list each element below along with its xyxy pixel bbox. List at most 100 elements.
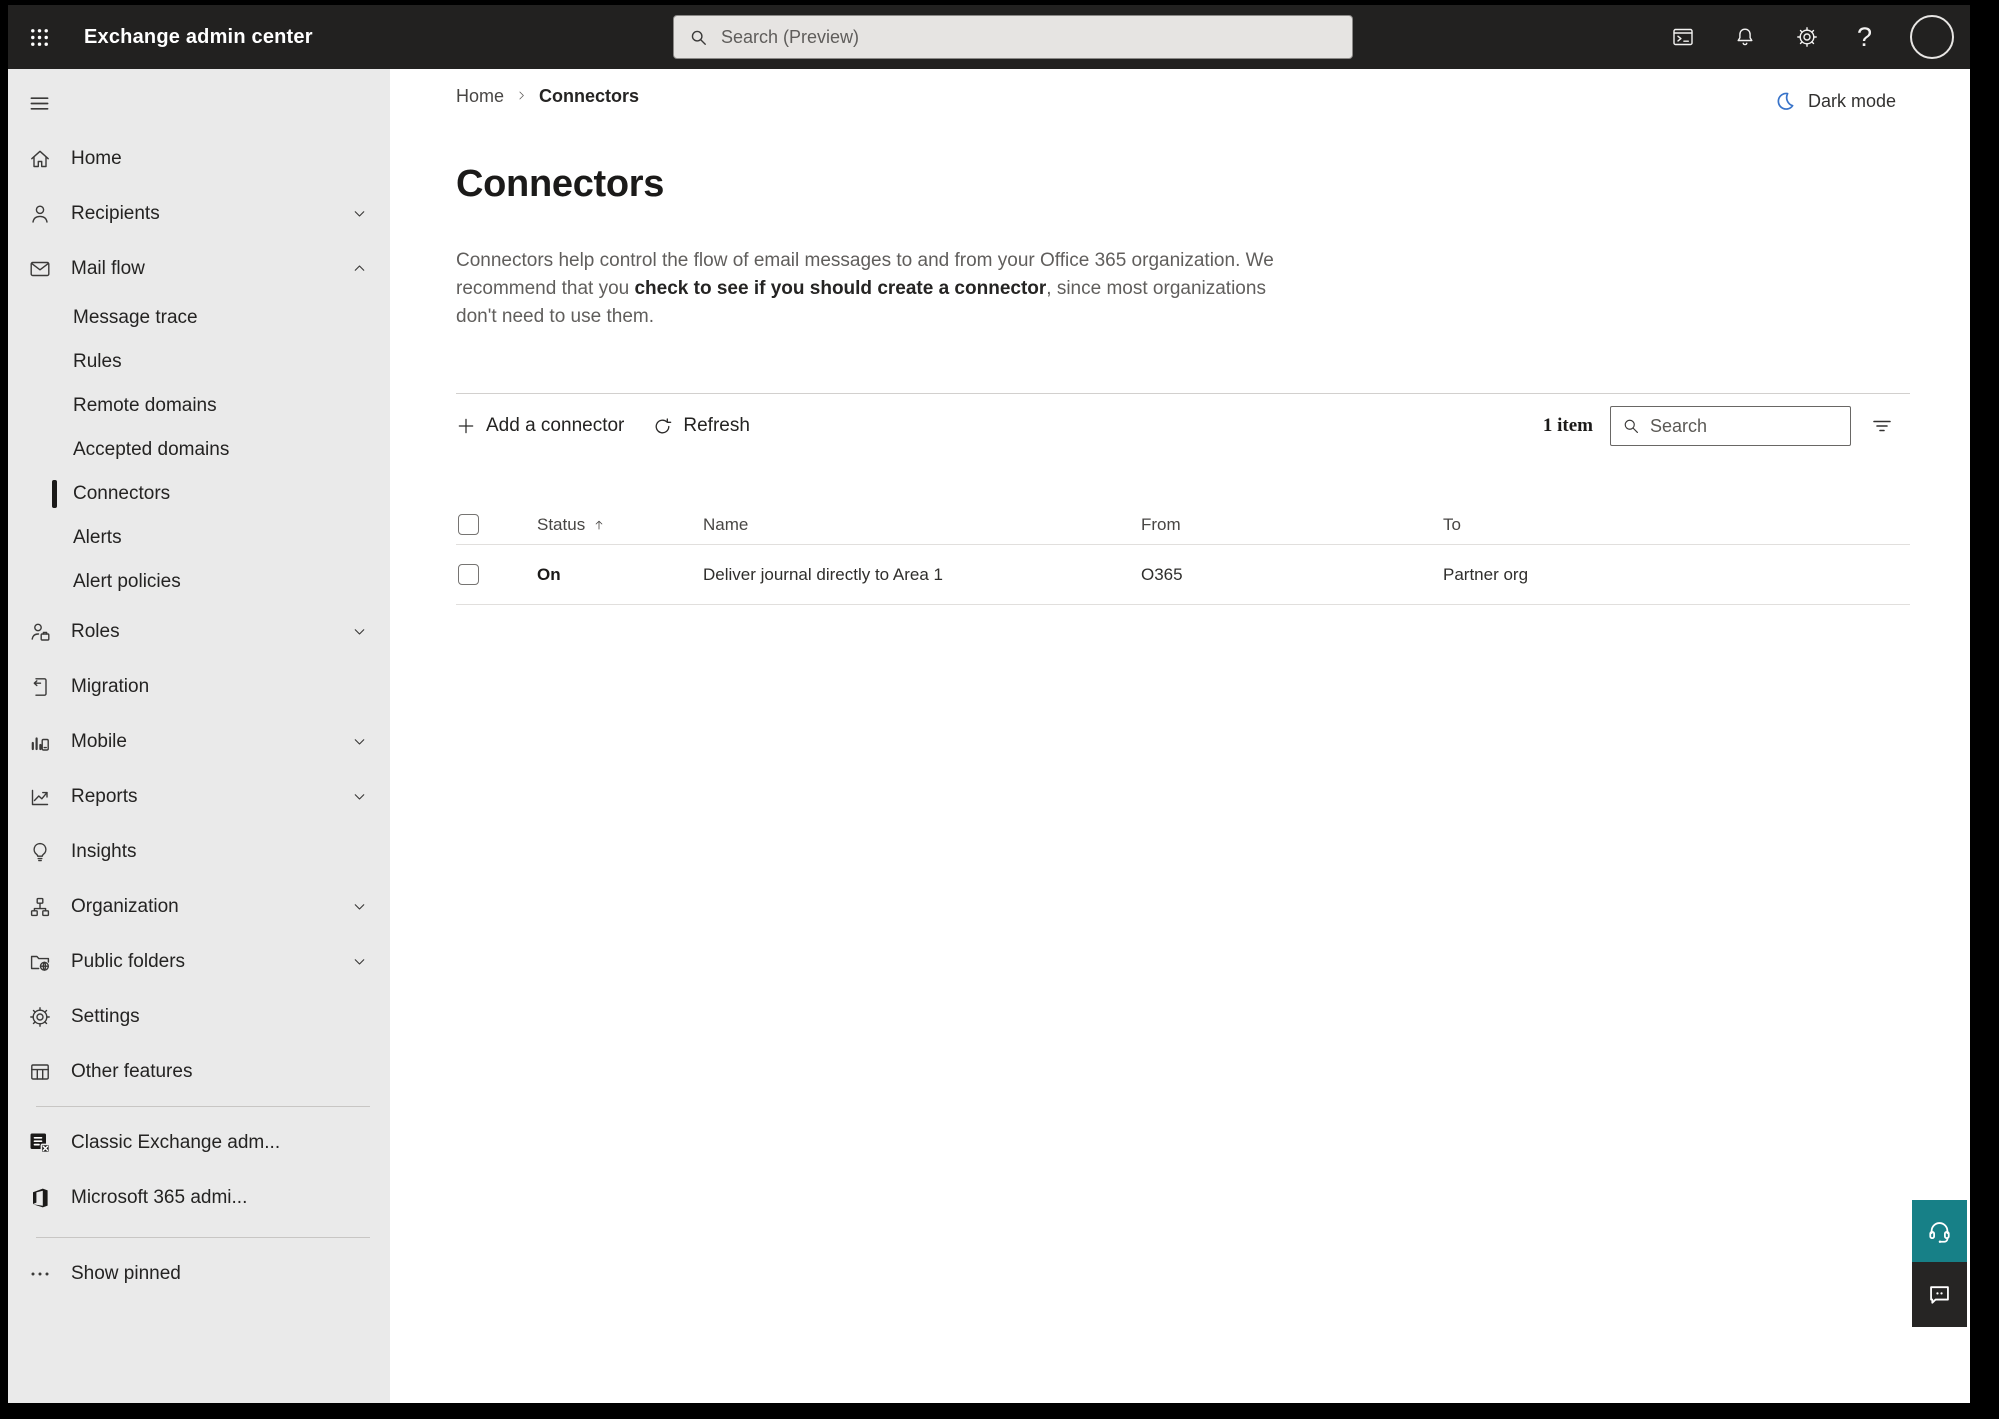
toolbar-right: 1 item — [1543, 406, 1910, 446]
sidebar-item-recipients[interactable]: Recipients — [8, 186, 390, 241]
sort-ascending-icon — [595, 520, 603, 529]
filter-button[interactable] — [1870, 414, 1894, 438]
table-header-row: Status Name From To — [456, 505, 1910, 545]
sidebar-item-remote-domains[interactable]: Remote domains — [8, 384, 390, 428]
refresh-button[interactable]: Refresh — [652, 415, 750, 437]
list-search-box[interactable] — [1610, 406, 1851, 446]
column-header-name[interactable]: Name — [703, 515, 1141, 535]
breadcrumb-home-link[interactable]: Home — [456, 86, 504, 107]
page-title: Connectors — [456, 163, 665, 205]
table-row[interactable]: On Deliver journal directly to Area 1 O3… — [456, 545, 1910, 605]
global-search-input[interactable] — [721, 26, 1338, 48]
mail-icon — [28, 257, 52, 281]
cell-name: Deliver journal directly to Area 1 — [703, 564, 944, 584]
notifications-button[interactable] — [1733, 25, 1757, 49]
sidebar-item-label: Other features — [71, 1060, 193, 1082]
sidebar-item-label: Microsoft 365 admi... — [71, 1186, 248, 1208]
sidebar-item-label: Recipients — [71, 202, 160, 224]
sidebar-item-label: Settings — [71, 1005, 140, 1027]
sidebar-item-label: Migration — [71, 675, 150, 697]
app-launcher-button[interactable] — [8, 5, 70, 69]
app-launcher-icon — [31, 28, 48, 46]
account-avatar[interactable] — [1910, 15, 1954, 59]
left-nav: Home Recipients Mail flow Message trace — [8, 69, 390, 1403]
nav-collapse-button[interactable] — [8, 83, 390, 123]
sidebar-item-label: Alerts — [73, 527, 122, 548]
chevron-down-icon — [351, 898, 368, 915]
support-button[interactable] — [1912, 1200, 1967, 1262]
chevron-up-icon — [351, 260, 368, 277]
gear-icon — [1797, 27, 1817, 47]
device-bars-icon — [28, 730, 52, 754]
person-icon — [28, 202, 52, 226]
add-connector-button[interactable]: Add a connector — [456, 415, 624, 437]
powershell-button[interactable] — [1671, 25, 1695, 49]
settings-button[interactable] — [1795, 25, 1819, 49]
sidebar-item-migration[interactable]: Migration — [8, 659, 390, 714]
main-content: Home Connectors Dark mode Connectors Con… — [390, 69, 1970, 1403]
sidebar-item-roles[interactable]: Roles — [8, 604, 390, 659]
sidebar-item-accepted-domains[interactable]: Accepted domains — [8, 428, 390, 472]
sidebar-item-message-trace[interactable]: Message trace — [8, 296, 390, 340]
exchange-admin-window: Exchange admin center Search (Preview) ?… — [8, 5, 1970, 1403]
chevron-right-icon — [515, 86, 528, 107]
plus-icon — [458, 418, 474, 434]
column-header-from[interactable]: From — [1141, 515, 1443, 535]
column-header-status[interactable]: Status — [537, 515, 703, 535]
chevron-down-icon — [351, 788, 368, 805]
add-connector-label: Add a connector — [486, 415, 625, 436]
sidebar-item-organization[interactable]: Organization — [8, 879, 390, 934]
sidebar-item-microsoft-365-admin[interactable]: Microsoft 365 admi... — [8, 1170, 390, 1225]
row-checkbox-cell — [456, 564, 537, 585]
sidebar-item-alert-policies[interactable]: Alert policies — [8, 560, 390, 604]
sidebar-item-home[interactable]: Home — [8, 131, 390, 186]
sidebar-item-public-folders[interactable]: Public folders — [8, 934, 390, 989]
item-count: 1 item — [1542, 415, 1593, 436]
help-icon: ? — [1856, 21, 1872, 52]
sidebar-item-mobile[interactable]: Mobile — [8, 714, 390, 769]
chart-trend-icon — [28, 785, 52, 809]
topbar-actions: ? — [1671, 5, 1954, 69]
sidebar-item-connectors[interactable]: Connectors — [8, 472, 390, 516]
select-all-checkbox[interactable] — [458, 514, 479, 535]
sidebar-item-rules[interactable]: Rules — [8, 340, 390, 384]
sidebar-item-label: Accepted domains — [73, 439, 230, 460]
feedback-button[interactable] — [1912, 1262, 1967, 1327]
app-title: Exchange admin center — [84, 25, 313, 48]
cell-status: On — [537, 564, 561, 584]
dark-mode-toggle[interactable]: Dark mode — [1773, 89, 1896, 113]
row-checkbox[interactable] — [458, 564, 479, 585]
sidebar-item-reports[interactable]: Reports — [8, 769, 390, 824]
org-chart-icon — [28, 895, 52, 919]
chevron-down-icon — [351, 953, 368, 970]
sidebar-item-classic-exchange-admin[interactable]: Classic Exchange adm... — [8, 1115, 390, 1170]
sidebar-item-label: Mobile — [71, 730, 127, 752]
chat-bubble-icon — [1930, 1286, 1949, 1304]
chevron-down-icon — [351, 205, 368, 222]
create-connector-check-link[interactable]: check to see if you should create a conn… — [634, 278, 1046, 299]
headset-icon — [1929, 1221, 1950, 1243]
sidebar-item-label: Remote domains — [73, 395, 217, 416]
refresh-icon — [655, 417, 672, 433]
exchange-logo-icon — [28, 1131, 52, 1155]
sidebar-item-label: Organization — [71, 895, 179, 917]
table-grid-icon — [28, 1060, 52, 1084]
hamburger-icon — [30, 96, 49, 110]
sidebar-item-alerts[interactable]: Alerts — [8, 516, 390, 560]
sidebar-item-settings[interactable]: Settings — [8, 989, 390, 1044]
sidebar-item-other-features[interactable]: Other features — [8, 1044, 390, 1099]
top-bar: Exchange admin center Search (Preview) ? — [8, 5, 1970, 69]
global-search-box[interactable] — [673, 15, 1353, 59]
column-header-to[interactable]: To — [1443, 515, 1910, 535]
sidebar-item-mail-flow[interactable]: Mail flow — [8, 241, 390, 296]
toolbar-divider — [456, 393, 1910, 394]
sidebar-item-label: Insights — [71, 840, 137, 862]
sidebar-item-show-pinned[interactable]: Show pinned — [8, 1246, 390, 1301]
microsoft-365-logo-icon — [28, 1186, 52, 1210]
sidebar-item-label: Message trace — [73, 307, 198, 328]
help-button[interactable]: ? — [1857, 22, 1872, 53]
sidebar-item-insights[interactable]: Insights — [8, 824, 390, 879]
sidebar-divider — [36, 1106, 370, 1107]
connectors-table: Status Name From To On Deliver journal d… — [456, 505, 1910, 605]
list-search-input[interactable] — [1650, 415, 1840, 437]
